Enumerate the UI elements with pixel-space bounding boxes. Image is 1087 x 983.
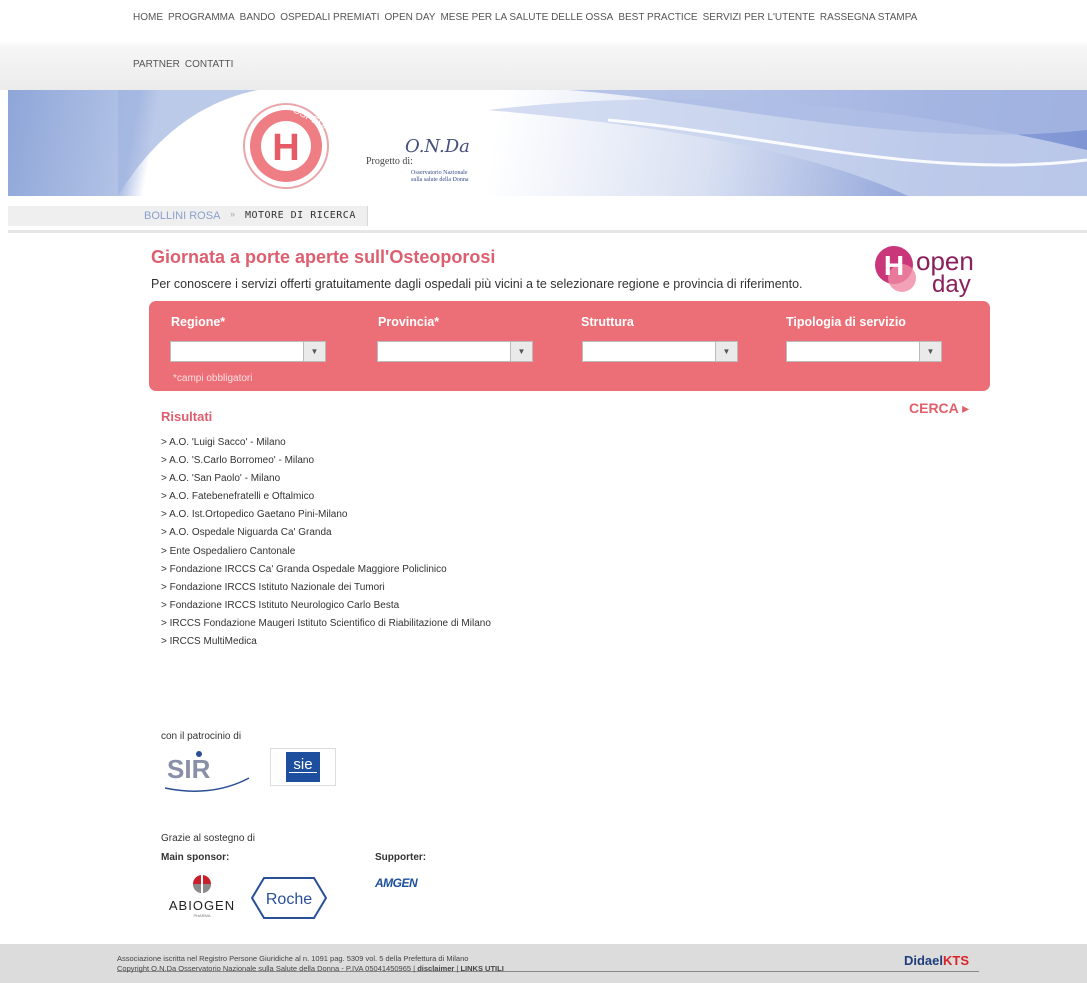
breadcrumb: BOLLINI ROSA » MOTORE DI RICERCA [8,206,368,226]
sir-logo[interactable]: SIR [163,748,253,794]
progetto-label: Progetto di: [366,156,413,167]
chevron-down-icon[interactable]: ▼ [715,342,737,361]
list-item[interactable]: > Fondazione IRCCS Istituto Nazionale de… [161,581,491,599]
svg-text:ABIOGEN: ABIOGEN [169,898,235,913]
thanks-label: Grazie al sostegno di [161,833,255,844]
search-panel: Regione* Provincia* Struttura Tipologia … [149,301,990,391]
svg-text:day: day [932,271,971,298]
nav-home[interactable]: HOME [133,12,163,23]
footer-copyright: Copyright O.N.Da Osservatorio Nazionale … [117,964,504,973]
chevron-down-icon[interactable]: ▼ [510,342,532,361]
open-day-logo: H open day [872,238,992,300]
top-navigation: HOME PROGRAMMA BANDO OSPEDALI PREMIATI O… [0,0,1087,90]
footer-registration: Associazione iscritta nel Registro Perso… [117,954,469,963]
nav-ospedali-premiati[interactable]: OSPEDALI PREMIATI [280,12,379,23]
required-fields-note: *campi obbligatori [173,373,253,384]
list-item[interactable]: > IRCCS MultiMedica [161,635,491,653]
footer: Associazione iscritta nel Registro Perso… [0,944,1087,983]
page-title: Giornata a porte aperte sull'Osteoporosi [151,247,496,267]
breadcrumb-divider [8,230,1087,233]
main-sponsor-label: Main sponsor: [161,852,230,863]
footer-inner: Associazione iscritta nel Registro Perso… [117,950,979,973]
list-item[interactable]: > A.O. Fatebenefratelli e Oftalmico [161,490,491,508]
svg-text:H: H [884,250,904,281]
amgen-logo[interactable]: AMGEN [375,876,418,890]
list-item[interactable]: > A.O. Ist.Ortopedico Gaetano Pini-Milan… [161,508,491,526]
didael-kts-logo[interactable]: DidaelKTS [904,953,969,968]
svg-text:Roche: Roche [266,891,312,908]
list-item[interactable]: > A.O. Ospedale Niguarda Ca' Granda [161,526,491,544]
nav-partner[interactable]: PARTNER [133,59,180,70]
sie-logo[interactable]: sie [270,748,336,786]
nav-row-2: PARTNER CONTATTI [133,59,238,70]
list-item[interactable]: > A.O. 'San Paolo' - Milano [161,472,491,490]
breadcrumb-current: MOTORE DI RICERCA [245,210,356,221]
regione-label: Regione* [171,315,226,329]
onda-signature: O.N.Da [405,136,470,157]
nav-rassegna-stampa[interactable]: RASSEGNA STAMPA [820,12,917,23]
provincia-select[interactable]: ▼ [377,341,533,362]
results-title: Risultati [161,409,213,424]
links-utili-link[interactable]: LINKS UTILI [460,964,503,973]
svg-text:SIR: SIR [167,754,211,784]
page-subtitle: Per conoscere i servizi offerti gratuita… [151,277,803,291]
disclaimer-link[interactable]: disclaimer [417,964,454,973]
breadcrumb-bollini-rosa[interactable]: BOLLINI ROSA [144,210,220,222]
onda-subtitle: Osservatorio Nazionale sulla salute dell… [411,170,469,183]
nav-row-1: HOME PROGRAMMA BANDO OSPEDALI PREMIATI O… [133,12,922,23]
list-item[interactable]: > Fondazione IRCCS Istituto Neurologico … [161,599,491,617]
nav-open-day[interactable]: OPEN DAY [385,12,436,23]
abiogen-logo[interactable]: ABIOGEN PHARMA [160,872,245,918]
provincia-label: Provincia* [378,315,440,329]
list-item[interactable]: > Ente Ospedaliero Cantonale [161,545,491,563]
chevron-down-icon[interactable]: ▼ [303,342,325,361]
breadcrumb-spacer [368,206,1087,226]
nav-mese-salute-ossa[interactable]: MESE PER LA SALUTE DELLE OSSA [440,12,613,23]
list-item[interactable]: > A.O. 'Luigi Sacco' - Milano [161,436,491,454]
tipologia-select[interactable]: ▼ [786,341,942,362]
list-item[interactable]: > IRCCS Fondazione Maugeri Istituto Scie… [161,617,491,635]
svg-text:sie: sie [293,756,312,773]
chevron-down-icon[interactable]: ▼ [919,342,941,361]
nav-servizi-utente[interactable]: SERVIZI PER L'UTENTE [703,12,815,23]
nav-bando[interactable]: BANDO [240,12,276,23]
svg-text:H: H [272,127,299,169]
struttura-select[interactable]: ▼ [582,341,738,362]
roche-logo[interactable]: Roche [250,876,328,920]
breadcrumb-separator: » [230,209,236,219]
list-item[interactable]: > A.O. 'S.Carlo Borromeo' - Milano [161,454,491,472]
struttura-label: Struttura [581,315,634,329]
supporter-label: Supporter: [375,852,427,863]
header-banner: H OSPEDALE DONNA Progetto di: O.N.Da Oss… [8,90,1087,196]
tipologia-label: Tipologia di servizio [786,315,906,329]
ospedale-donna-logo[interactable]: H OSPEDALE DONNA [240,100,346,190]
banner-waves [118,90,1087,196]
patronage-label: con il patrocinio di [161,731,242,742]
svg-text:PHARMA: PHARMA [193,913,210,918]
results-list: > A.O. 'Luigi Sacco' - Milano > A.O. 'S.… [161,436,491,653]
list-item[interactable]: > Fondazione IRCCS Ca' Granda Ospedale M… [161,563,491,581]
cerca-button[interactable]: CERCA ▸ [909,400,969,417]
regione-select[interactable]: ▼ [170,341,326,362]
nav-contatti[interactable]: CONTATTI [185,59,234,70]
nav-best-practice[interactable]: BEST PRACTICE [618,12,697,23]
nav-programma[interactable]: PROGRAMMA [168,12,235,23]
